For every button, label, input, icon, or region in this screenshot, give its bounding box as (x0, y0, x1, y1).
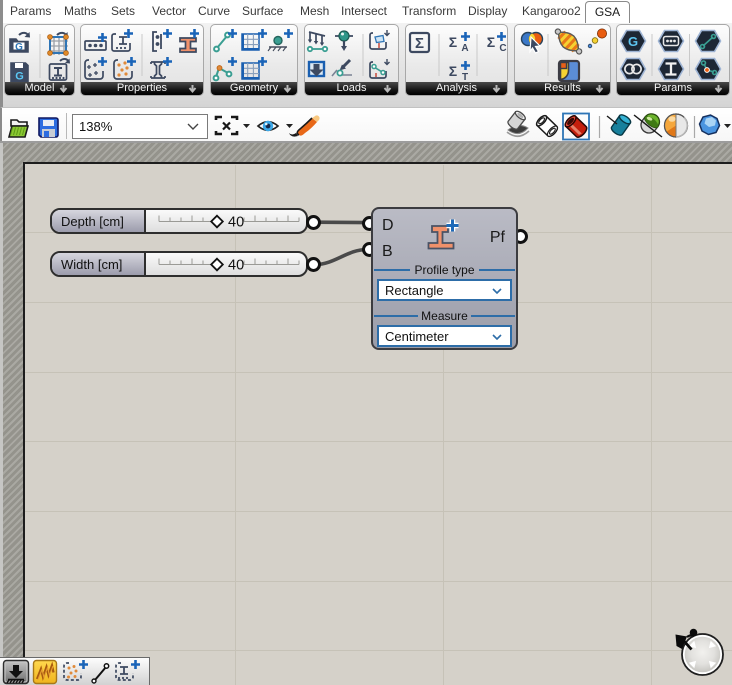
svg-text:A: A (461, 43, 468, 54)
svg-text:Σ: Σ (449, 34, 457, 50)
svg-text:Σ: Σ (415, 35, 424, 52)
svg-text:G: G (628, 34, 638, 49)
svg-text:C: C (499, 43, 506, 54)
svg-text:Σ: Σ (449, 63, 457, 79)
svg-text:G: G (15, 71, 24, 83)
svg-text:G: G (15, 42, 23, 53)
svg-text:Σ: Σ (487, 34, 495, 50)
svg-text:40: 40 (228, 215, 244, 231)
svg-text:40: 40 (228, 258, 244, 274)
